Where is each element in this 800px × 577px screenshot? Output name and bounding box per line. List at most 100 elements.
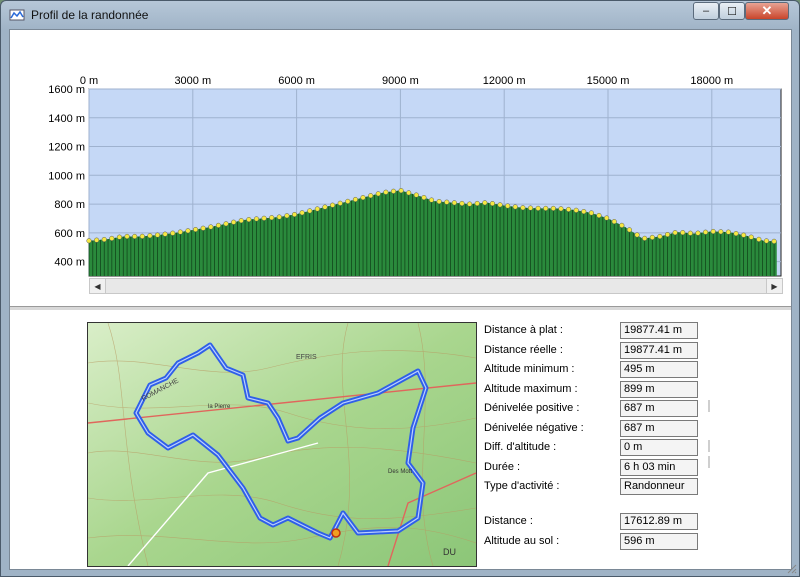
elevation-point bbox=[581, 209, 587, 215]
y-tick-label: 400 m bbox=[54, 257, 85, 269]
elevation-point bbox=[162, 231, 168, 237]
minimize-button[interactable]: – bbox=[693, 2, 719, 20]
x-tick-label: 9000 m bbox=[382, 75, 419, 87]
close-button[interactable]: ✕ bbox=[745, 2, 789, 20]
close-icon: ✕ bbox=[761, 3, 773, 18]
elevation-point bbox=[550, 205, 556, 211]
elevation-point bbox=[307, 208, 313, 214]
horizontal-scrollbar[interactable]: ◀ ▶ bbox=[89, 278, 783, 294]
elevation-point bbox=[756, 236, 762, 242]
map-terrain bbox=[88, 323, 476, 566]
y-tick-label: 1600 m bbox=[48, 84, 85, 96]
elevation-point bbox=[200, 225, 206, 231]
stats-value-field: 899 m bbox=[620, 380, 698, 398]
cursor-value-field: 17612.89 m bbox=[620, 513, 698, 530]
elevation-point bbox=[147, 233, 153, 239]
stats-label: Dénivelée négative : bbox=[484, 421, 584, 434]
elevation-point bbox=[535, 205, 541, 211]
elevation-point bbox=[116, 234, 122, 240]
elevation-point bbox=[154, 232, 161, 238]
elevation-point bbox=[604, 215, 610, 221]
map-label-2: EFRIS bbox=[296, 354, 317, 361]
elevation-point bbox=[505, 203, 511, 209]
elevation-point bbox=[246, 217, 252, 223]
elevation-point bbox=[94, 237, 100, 243]
elevation-point bbox=[139, 233, 145, 239]
scroll-right-button[interactable]: ▶ bbox=[766, 279, 782, 293]
window-title: Profil de la randonnée bbox=[31, 8, 149, 22]
elevation-point bbox=[253, 216, 260, 222]
elevation-point bbox=[680, 230, 686, 236]
minimize-icon: – bbox=[702, 5, 710, 17]
stats-label: Altitude maximum : bbox=[484, 382, 578, 395]
x-tick-label: 18000 m bbox=[690, 75, 733, 87]
route-map[interactable]: ROMANCHE EFRIS Des Mott DU la Pierre bbox=[87, 322, 477, 567]
cursor-position-marker bbox=[331, 528, 341, 538]
elevation-point bbox=[177, 229, 183, 235]
elevation-point bbox=[558, 206, 564, 212]
elevation-point bbox=[611, 219, 617, 225]
elevation-point bbox=[261, 215, 267, 221]
arrow-left-icon: ◀ bbox=[94, 281, 101, 291]
elevation-point bbox=[360, 195, 366, 201]
map-label-5: la Pierre bbox=[208, 404, 231, 410]
elevation-point bbox=[687, 230, 693, 236]
elevation-point bbox=[444, 199, 450, 205]
elevation-profile-chart[interactable]: 0 m 3000 m 6000 m 9000 m 12000 m 15000 m 18000… bbox=[10, 30, 791, 278]
y-tick-label: 1000 m bbox=[48, 170, 85, 182]
title-bar[interactable]: Profil de la randonnée – ☐ ✕ bbox=[1, 1, 799, 29]
elevation-point bbox=[436, 198, 442, 205]
elevation-point bbox=[238, 218, 244, 224]
map-label-3: Des Mott bbox=[388, 469, 412, 475]
maximize-icon: ☐ bbox=[727, 5, 737, 18]
elevation-point bbox=[771, 238, 777, 244]
separator-tick bbox=[708, 440, 710, 452]
scroll-left-button[interactable]: ◀ bbox=[90, 279, 106, 293]
y-tick-label: 1400 m bbox=[48, 113, 85, 125]
elevation-point bbox=[375, 191, 381, 197]
stats-label: Distance à plat : bbox=[484, 324, 563, 336]
elevation-point bbox=[231, 219, 237, 225]
splitter[interactable] bbox=[10, 306, 791, 311]
elevation-point bbox=[482, 200, 488, 206]
stats-label: Dénivelée positive : bbox=[484, 402, 580, 414]
elevation-point bbox=[566, 206, 572, 212]
x-tick-label: 3000 m bbox=[174, 75, 211, 87]
stats-value-field: 0 m bbox=[620, 439, 698, 456]
elevation-point bbox=[413, 192, 419, 198]
elevation-point bbox=[710, 228, 716, 235]
elevation-point bbox=[193, 226, 199, 233]
elevation-point bbox=[512, 204, 518, 210]
resize-grip-icon[interactable] bbox=[785, 562, 797, 574]
elevation-point bbox=[664, 231, 671, 238]
separator-tick bbox=[708, 400, 710, 412]
cursor-value-field: 596 m bbox=[620, 532, 698, 550]
elevation-point bbox=[299, 210, 305, 216]
elevation-point bbox=[703, 229, 709, 235]
elevation-point bbox=[596, 212, 602, 219]
elevation-point bbox=[86, 238, 92, 244]
y-tick-label: 1200 m bbox=[48, 142, 85, 154]
stats-value-field: 19877.41 m bbox=[620, 341, 698, 359]
y-tick-label: 800 m bbox=[54, 199, 85, 211]
x-tick-label: 12000 m bbox=[483, 75, 526, 87]
separator-tick bbox=[708, 456, 710, 468]
elevation-point bbox=[124, 233, 130, 239]
elevation-point bbox=[368, 193, 374, 199]
elevation-point bbox=[497, 202, 503, 208]
elevation-point bbox=[185, 228, 191, 234]
elevation-point bbox=[626, 227, 633, 233]
elevation-point bbox=[170, 230, 176, 236]
y-tick-label: 600 m bbox=[54, 228, 85, 240]
elevation-point bbox=[459, 200, 465, 206]
app-icon bbox=[9, 9, 25, 21]
elevation-point bbox=[725, 229, 731, 235]
map-label-4: DU bbox=[443, 547, 456, 557]
cursor-label: Altitude au sol : bbox=[484, 534, 560, 547]
stats-value-field: 6 h 03 min bbox=[620, 458, 698, 476]
elevation-point bbox=[748, 234, 754, 240]
stats-value-field: 495 m bbox=[620, 361, 698, 378]
maximize-button[interactable]: ☐ bbox=[719, 2, 745, 20]
elevation-point bbox=[619, 222, 625, 228]
elevation-point bbox=[763, 238, 770, 244]
